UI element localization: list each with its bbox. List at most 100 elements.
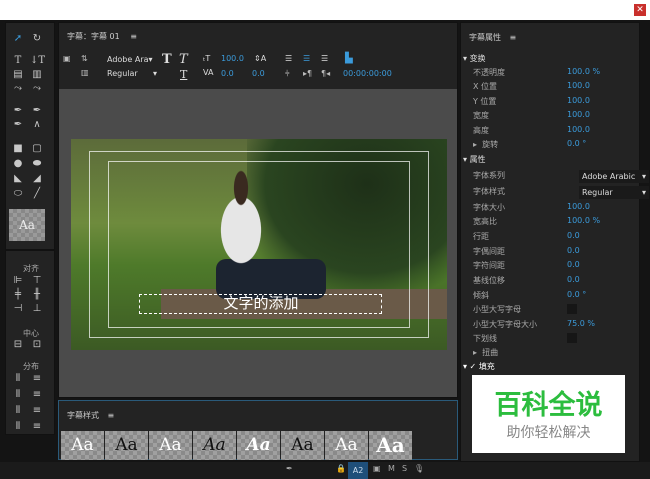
align-right-text-icon[interactable]: ☰ bbox=[321, 54, 328, 63]
rounded-rect-tool-icon[interactable]: ▢ bbox=[30, 143, 44, 155]
pen-icon[interactable]: ✒ bbox=[286, 464, 293, 473]
bold-icon[interactable]: T bbox=[162, 52, 172, 67]
align-vcenter-icon[interactable]: ╫ bbox=[30, 289, 44, 301]
font-family-dropdown[interactable]: Adobe Arabic bbox=[579, 170, 649, 183]
property-value[interactable]: 0.0 bbox=[567, 231, 580, 240]
clipped-rect-tool-icon[interactable]: ● bbox=[11, 158, 25, 170]
lock-icon[interactable]: 🔒 bbox=[336, 464, 346, 473]
distribute-bottom-icon[interactable]: ≡ bbox=[30, 405, 44, 417]
property-value[interactable]: 100.0 % bbox=[567, 67, 600, 76]
property-value[interactable]: 100.0 bbox=[567, 125, 590, 134]
align-right-icon[interactable]: ⊣ bbox=[11, 303, 25, 315]
align-hcenter-icon[interactable]: ╪ bbox=[11, 289, 25, 301]
rotate-tool-icon[interactable]: ↻ bbox=[30, 33, 44, 45]
wedge-tool-icon[interactable]: ◣ bbox=[11, 173, 25, 185]
property-value[interactable]: 0.0 ° bbox=[567, 290, 586, 299]
tab-icon[interactable]: ⫩ bbox=[285, 69, 290, 79]
transform-group[interactable]: ▾ 变换 bbox=[463, 53, 486, 64]
style-swatch[interactable]: Aa bbox=[369, 431, 412, 460]
ellipse-tool-icon[interactable]: ⬭ bbox=[11, 188, 25, 200]
property-value[interactable]: 100.0 % bbox=[567, 216, 600, 225]
path-type-tool-icon[interactable]: ⤳ bbox=[11, 83, 25, 95]
font-family-select[interactable]: Adobe Ara▾ bbox=[107, 55, 153, 64]
microphone-icon[interactable]: 🎙 bbox=[414, 464, 424, 473]
align-left-text-icon[interactable]: ☰ bbox=[285, 54, 292, 63]
type-tool-icon[interactable]: T bbox=[11, 55, 25, 67]
property-value[interactable]: 0.0 bbox=[567, 260, 580, 269]
roll-crawl-icon[interactable]: ▣ bbox=[63, 54, 71, 63]
area-type-tool-icon[interactable]: ▤ bbox=[11, 69, 25, 81]
arc-tool-icon[interactable]: ◢ bbox=[30, 173, 44, 185]
underline-checkbox[interactable] bbox=[567, 333, 577, 343]
distribute-v-space-icon[interactable]: ≡ bbox=[30, 421, 44, 433]
property-value[interactable]: 100.0 bbox=[567, 110, 590, 119]
font-style-select[interactable]: Regular ▾ bbox=[107, 69, 157, 78]
close-icon[interactable]: ✕ bbox=[634, 4, 646, 16]
show-background-video-icon[interactable]: ▙ bbox=[345, 53, 353, 64]
property-value[interactable]: 0.0 bbox=[567, 246, 580, 255]
italic-icon[interactable]: T bbox=[179, 52, 188, 67]
convert-anchor-tool-icon[interactable]: ∧ bbox=[30, 119, 44, 131]
property-value[interactable]: 100.0 bbox=[567, 202, 590, 211]
align-center-text-icon[interactable]: ☰ bbox=[303, 54, 310, 63]
track-a2[interactable]: A2 bbox=[348, 462, 368, 479]
style-swatch[interactable]: Aa bbox=[237, 431, 280, 460]
style-swatch[interactable]: Aa bbox=[281, 431, 324, 460]
solo-button[interactable]: S bbox=[402, 464, 407, 473]
distribute-vcenter-icon[interactable]: ≡ bbox=[30, 389, 44, 401]
panel-menu-icon[interactable]: ≡ bbox=[108, 411, 115, 420]
distribute-right-icon[interactable]: ⫴ bbox=[11, 405, 25, 417]
timecode[interactable]: 00:00:00:00 bbox=[343, 69, 392, 78]
property-row: 高度 100.0 bbox=[473, 125, 638, 139]
line-tool-icon[interactable]: ╱ bbox=[30, 188, 44, 200]
center-vertical-icon[interactable]: ⊡ bbox=[30, 339, 44, 351]
distribute-hcenter-icon[interactable]: ⫴ bbox=[11, 389, 25, 401]
align-left-icon[interactable]: ⊫ bbox=[11, 275, 25, 287]
font-size-value[interactable]: 100.0 bbox=[221, 54, 244, 63]
leading-value[interactable]: 0.0 bbox=[252, 69, 265, 78]
selection-tool-icon[interactable]: ➚ bbox=[11, 33, 25, 45]
center-horizontal-icon[interactable]: ⊟ bbox=[11, 339, 25, 351]
distribute-top-icon[interactable]: ≡ bbox=[30, 373, 44, 385]
vertical-type-tool-icon[interactable]: ↓T bbox=[30, 55, 45, 67]
style-swatch[interactable]: Aa bbox=[193, 431, 236, 460]
sync-lock-icon[interactable]: ▣ bbox=[373, 464, 381, 473]
mute-button[interactable]: M bbox=[388, 464, 395, 473]
property-value[interactable]: 100.0 bbox=[567, 81, 590, 90]
style-swatch[interactable]: Aa bbox=[61, 431, 104, 460]
subtitle-text[interactable]: 文字的添加 bbox=[141, 292, 381, 313]
property-value[interactable]: 0.0 ° bbox=[567, 139, 586, 148]
add-anchor-tool-icon[interactable]: ✒ bbox=[11, 119, 25, 131]
underline-icon[interactable]: T bbox=[180, 68, 187, 81]
style-swatch[interactable]: Aa bbox=[325, 431, 368, 460]
panel-menu-icon[interactable]: ≡ bbox=[130, 32, 137, 41]
delete-anchor-tool-icon[interactable]: ✒ bbox=[30, 105, 44, 117]
template-icon[interactable]: ▥ bbox=[81, 68, 89, 77]
distribute-h-space-icon[interactable]: ⫴ bbox=[11, 421, 25, 433]
attributes-group[interactable]: ▾ 属性 bbox=[463, 154, 486, 165]
pen-tool-icon[interactable]: ✒ bbox=[11, 105, 25, 117]
rectangle-tool-icon[interactable]: ■ bbox=[11, 143, 25, 155]
rounded-corner-tool-icon[interactable]: ⬬ bbox=[30, 158, 44, 170]
vertical-path-type-tool-icon[interactable]: ⤳ bbox=[30, 83, 44, 95]
align-top-icon[interactable]: ⊤ bbox=[30, 275, 44, 287]
panel-menu-icon[interactable]: ≡ bbox=[510, 33, 517, 42]
outdent-icon[interactable]: ¶◂ bbox=[321, 69, 330, 78]
tab-stops-icon[interactable]: ⇅ bbox=[81, 54, 88, 63]
property-value[interactable]: 100.0 bbox=[567, 96, 590, 105]
style-swatch[interactable]: Aa bbox=[149, 431, 192, 460]
font-style-dropdown[interactable]: Regular bbox=[579, 186, 649, 199]
property-row[interactable]: ▸ 扭曲 bbox=[473, 347, 638, 361]
property-row[interactable]: ▸ 旋转 0.0 ° bbox=[473, 139, 638, 153]
align-bottom-icon[interactable]: ⊥ bbox=[30, 303, 44, 315]
distribute-left-icon[interactable]: ⫴ bbox=[11, 373, 25, 385]
vertical-area-type-tool-icon[interactable]: ▥ bbox=[30, 69, 44, 81]
kerning-value[interactable]: 0.0 bbox=[221, 69, 234, 78]
small-caps-checkbox[interactable] bbox=[567, 304, 577, 314]
indent-icon[interactable]: ▸¶ bbox=[303, 69, 312, 78]
title-canvas[interactable]: 文字的添加 bbox=[59, 89, 457, 397]
property-value[interactable]: 75.0 % bbox=[567, 319, 595, 328]
fill-group[interactable]: ▾ ✓ 填充 bbox=[463, 361, 495, 372]
property-value[interactable]: 0.0 bbox=[567, 275, 580, 284]
style-swatch[interactable]: Aa bbox=[105, 431, 148, 460]
